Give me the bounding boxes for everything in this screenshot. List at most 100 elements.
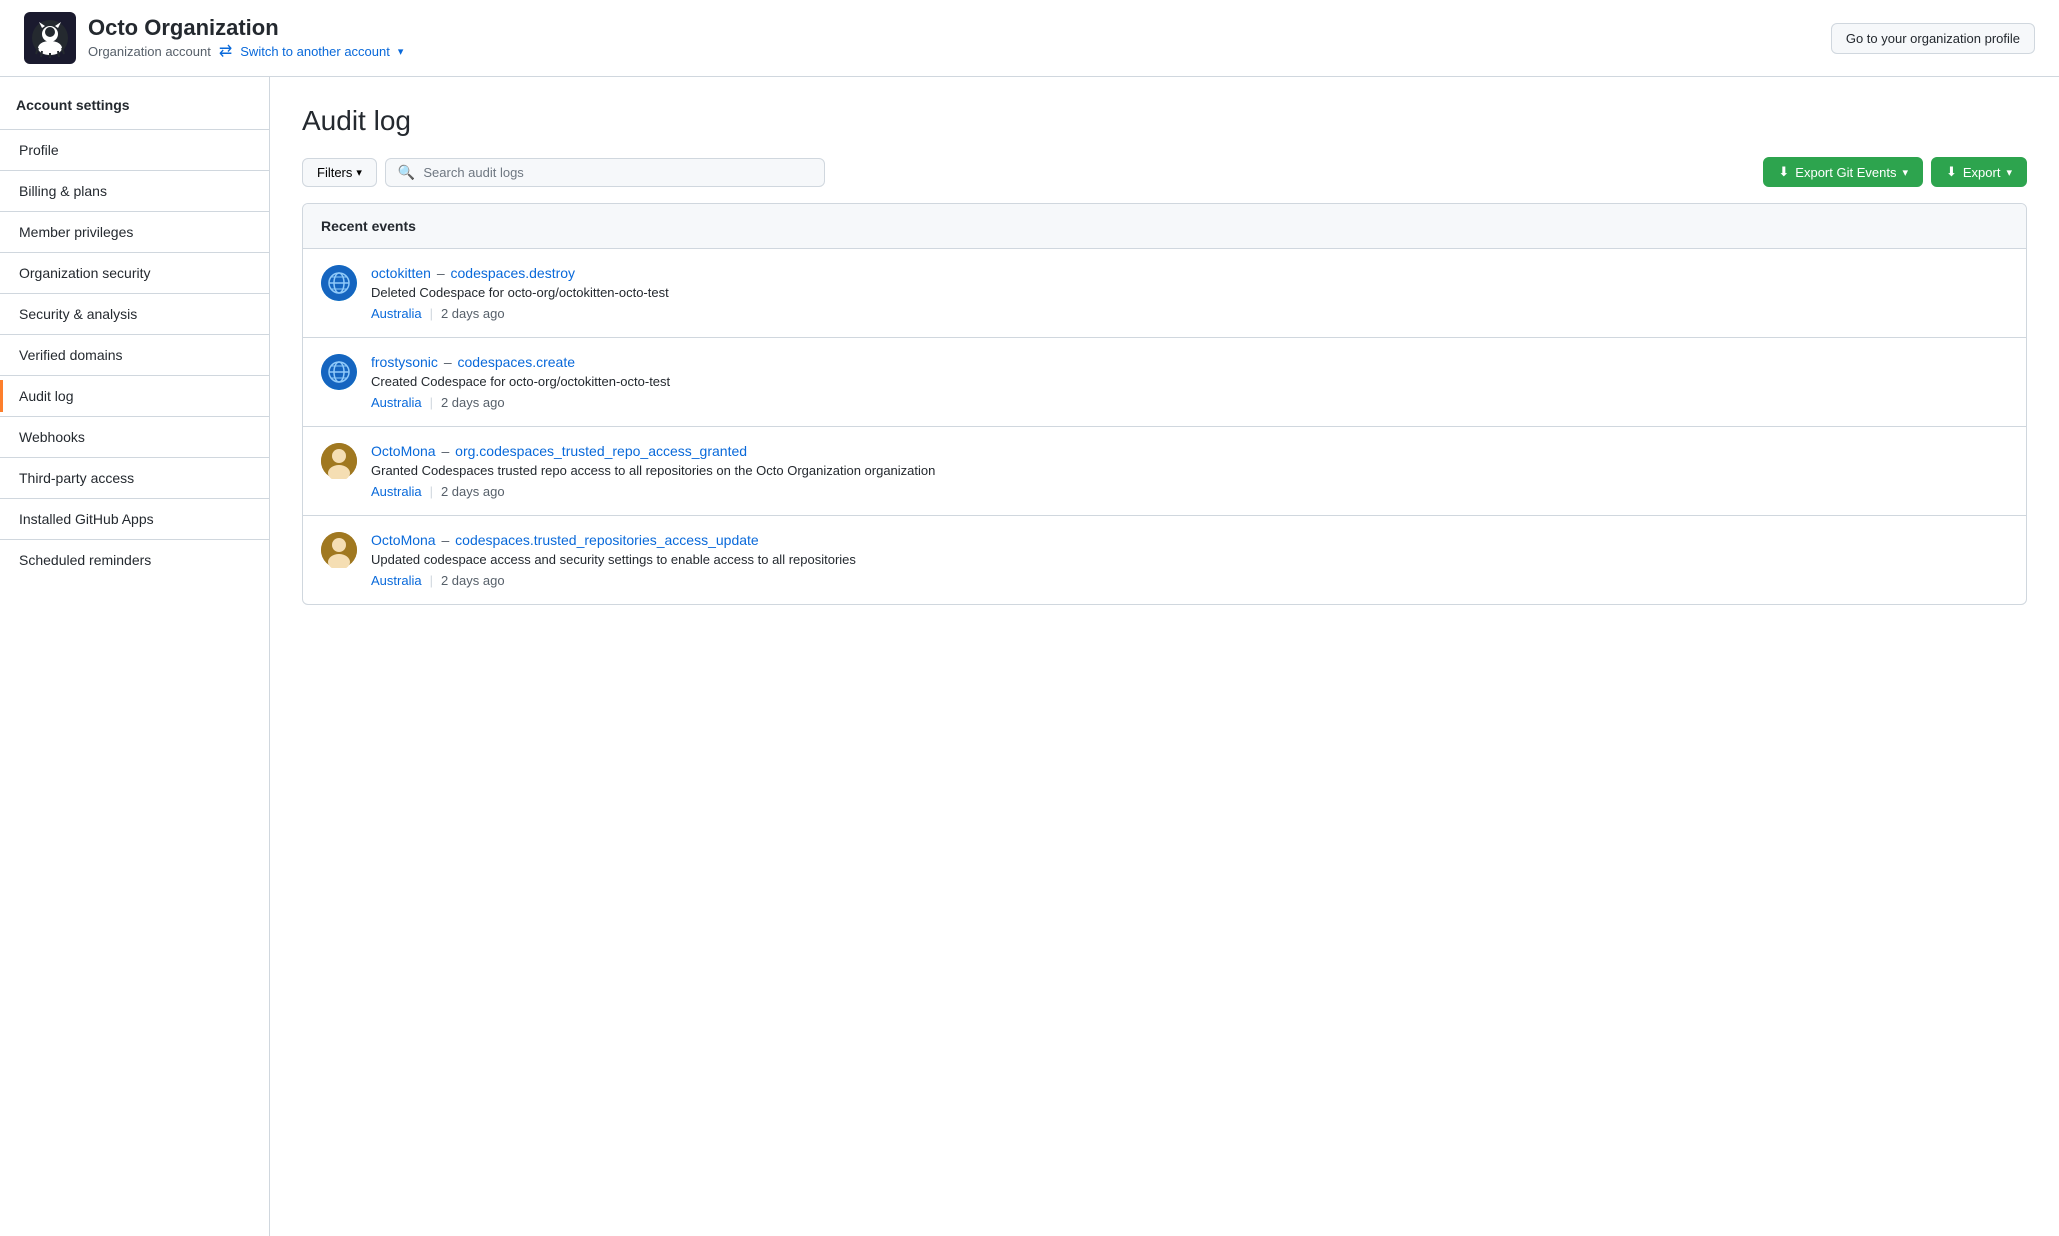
event-description: Created Codespace for octo-org/octokitte… — [371, 374, 2008, 389]
event-actor-link[interactable]: octokitten — [371, 265, 431, 281]
event-action-link[interactable]: org.codespaces_trusted_repo_access_grant… — [455, 443, 747, 459]
event-separator: – — [437, 265, 449, 281]
event-meta-separator: | — [430, 395, 433, 410]
header: Octo Organization Organization account ⇄… — [0, 0, 2059, 77]
org-account-label: Organization account — [88, 44, 211, 59]
sidebar-divider-3 — [0, 252, 269, 253]
sidebar-divider-4 — [0, 293, 269, 294]
org-profile-button[interactable]: Go to your organization profile — [1831, 23, 2035, 54]
sidebar-item-security-analysis[interactable]: Security & analysis — [0, 298, 269, 330]
avatar — [321, 265, 357, 301]
event-row: octokitten – codespaces.destroy Deleted … — [303, 249, 2026, 338]
avatar — [321, 443, 357, 479]
search-input[interactable] — [423, 165, 812, 180]
org-logo — [24, 12, 76, 64]
event-title: octokitten – codespaces.destroy — [371, 265, 2008, 281]
event-actor-link[interactable]: frostysonic — [371, 354, 438, 370]
header-left: Octo Organization Organization account ⇄… — [24, 12, 403, 64]
event-action-link[interactable]: codespaces.destroy — [451, 265, 576, 281]
sidebar-divider-5 — [0, 334, 269, 335]
event-title: OctoMona – org.codespaces_trusted_repo_a… — [371, 443, 2008, 459]
event-description: Granted Codespaces trusted repo access t… — [371, 463, 2008, 478]
export-git-events-button[interactable]: ⬇ Export Git Events ▾ — [1763, 157, 1923, 187]
sidebar-item-audit-log[interactable]: Audit log — [0, 380, 269, 412]
avatar — [321, 354, 357, 390]
layout: Account settings Profile Billing & plans… — [0, 77, 2059, 1236]
event-separator: – — [441, 443, 453, 459]
sidebar-item-profile[interactable]: Profile — [0, 134, 269, 166]
event-content: OctoMona – codespaces.trusted_repositori… — [371, 532, 2008, 588]
sidebar-divider-1 — [0, 170, 269, 171]
org-info: Octo Organization Organization account ⇄… — [88, 15, 403, 61]
event-location-link[interactable]: Australia — [371, 484, 422, 499]
events-header: Recent events — [303, 204, 2026, 249]
main-content: Audit log Filters ▾ 🔍 ⬇ Export Git Event… — [270, 77, 2059, 1236]
event-content: octokitten – codespaces.destroy Deleted … — [371, 265, 2008, 321]
toolbar-left: Filters ▾ 🔍 — [302, 158, 825, 187]
event-action-link[interactable]: codespaces.create — [458, 354, 576, 370]
event-separator: – — [444, 354, 456, 370]
event-time: 2 days ago — [441, 484, 505, 499]
sidebar-item-org-security[interactable]: Organization security — [0, 257, 269, 289]
event-location-link[interactable]: Australia — [371, 573, 422, 588]
download-icon: ⬇ — [1946, 164, 1957, 180]
event-content: frostysonic – codespaces.create Created … — [371, 354, 2008, 410]
event-action-link[interactable]: codespaces.trusted_repositories_access_u… — [455, 532, 759, 548]
org-sub: Organization account ⇄ Switch to another… — [88, 41, 403, 61]
search-box: 🔍 — [385, 158, 825, 187]
switch-chevron-icon: ▾ — [398, 45, 404, 58]
download-git-icon: ⬇ — [1778, 164, 1789, 180]
page-title: Audit log — [302, 105, 2027, 137]
sidebar-divider-2 — [0, 211, 269, 212]
event-row: frostysonic – codespaces.create Created … — [303, 338, 2026, 427]
sidebar-item-webhooks[interactable]: Webhooks — [0, 421, 269, 453]
event-title: frostysonic – codespaces.create — [371, 354, 2008, 370]
avatar — [321, 532, 357, 568]
event-title: OctoMona – codespaces.trusted_repositori… — [371, 532, 2008, 548]
event-location-link[interactable]: Australia — [371, 395, 422, 410]
event-separator: – — [441, 532, 453, 548]
event-actor-link[interactable]: OctoMona — [371, 532, 436, 548]
event-meta: Australia | 2 days ago — [371, 306, 2008, 321]
sidebar-divider-8 — [0, 457, 269, 458]
export-git-label: Export Git Events — [1795, 165, 1896, 180]
sidebar-divider-7 — [0, 416, 269, 417]
export-chevron-icon: ▾ — [2006, 166, 2012, 179]
export-label: Export — [1963, 165, 2001, 180]
sidebar-divider-6 — [0, 375, 269, 376]
event-actor-link[interactable]: OctoMona — [371, 443, 436, 459]
event-description: Updated codespace access and security se… — [371, 552, 2008, 567]
event-row: OctoMona – org.codespaces_trusted_repo_a… — [303, 427, 2026, 516]
toolbar: Filters ▾ 🔍 ⬇ Export Git Events ▾ ⬇ Expo… — [302, 157, 2027, 187]
sidebar-item-scheduled-reminders[interactable]: Scheduled reminders — [0, 544, 269, 576]
sidebar-divider-top — [0, 129, 269, 130]
sidebar-item-github-apps[interactable]: Installed GitHub Apps — [0, 503, 269, 535]
event-meta-separator: | — [430, 573, 433, 588]
switch-icon: ⇄ — [219, 41, 232, 61]
event-row: OctoMona – codespaces.trusted_repositori… — [303, 516, 2026, 604]
filters-chevron-icon: ▾ — [356, 166, 362, 179]
sidebar-item-billing[interactable]: Billing & plans — [0, 175, 269, 207]
export-button[interactable]: ⬇ Export ▾ — [1931, 157, 2027, 187]
toolbar-right: ⬇ Export Git Events ▾ ⬇ Export ▾ — [1763, 157, 2027, 187]
events-panel: Recent events octokitten – codespaces.de… — [302, 203, 2027, 605]
event-meta: Australia | 2 days ago — [371, 484, 2008, 499]
event-content: OctoMona – org.codespaces_trusted_repo_a… — [371, 443, 2008, 499]
sidebar-divider-9 — [0, 498, 269, 499]
event-meta-separator: | — [430, 484, 433, 499]
filters-label: Filters — [317, 165, 352, 180]
sidebar: Account settings Profile Billing & plans… — [0, 77, 270, 1236]
event-location-link[interactable]: Australia — [371, 306, 422, 321]
filters-button[interactable]: Filters ▾ — [302, 158, 377, 187]
export-git-chevron-icon: ▾ — [1902, 166, 1908, 179]
sidebar-item-member-privileges[interactable]: Member privileges — [0, 216, 269, 248]
sidebar-item-third-party[interactable]: Third-party access — [0, 462, 269, 494]
event-time: 2 days ago — [441, 395, 505, 410]
event-description: Deleted Codespace for octo-org/octokitte… — [371, 285, 2008, 300]
org-name: Octo Organization — [88, 15, 403, 41]
event-meta-separator: | — [430, 306, 433, 321]
sidebar-item-verified-domains[interactable]: Verified domains — [0, 339, 269, 371]
switch-account-link[interactable]: Switch to another account — [240, 44, 390, 59]
sidebar-heading: Account settings — [0, 97, 269, 125]
event-time: 2 days ago — [441, 573, 505, 588]
